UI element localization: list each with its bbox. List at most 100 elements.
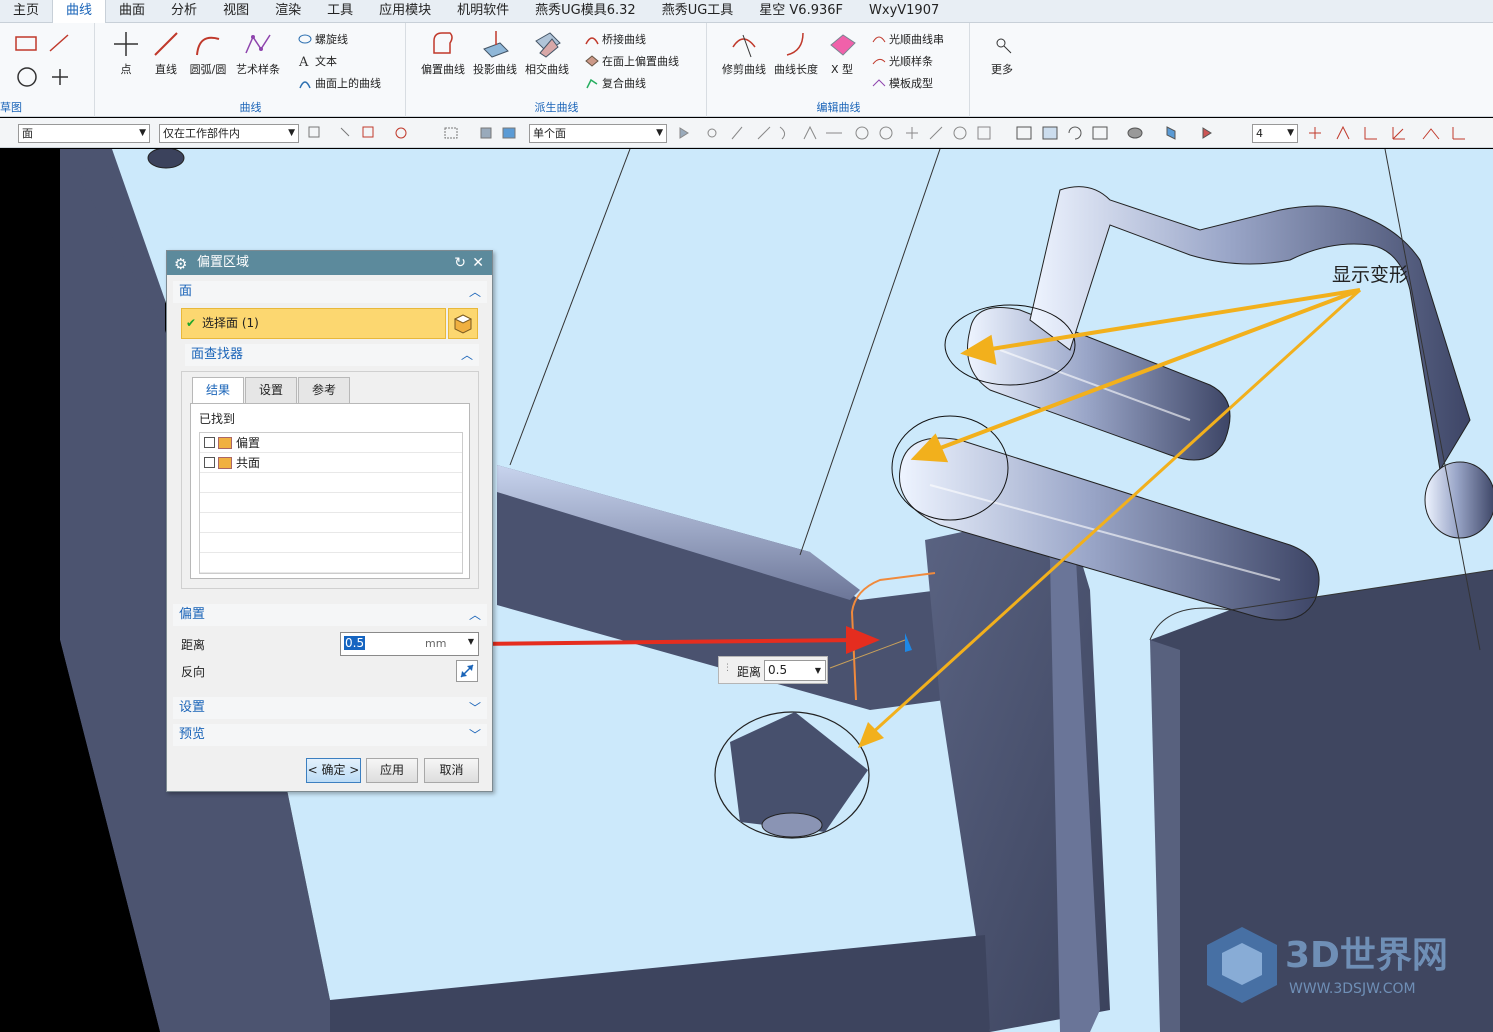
menu-item[interactable]: 渲染 xyxy=(262,0,314,22)
menu-item[interactable]: 工具 xyxy=(314,0,366,22)
results-panel: 已找到 偏置 共面 xyxy=(190,403,470,579)
curve-group: 点 直线 圆弧/圆 艺术样条 螺旋线 A 文本 曲面上的曲线 曲线 xyxy=(96,23,406,117)
intersect-curve-icon xyxy=(535,32,561,58)
watermark-brand: 3D世界网 xyxy=(1285,935,1448,976)
curve-length-icon xyxy=(786,32,804,56)
project-curve-button[interactable]: 投影曲线 xyxy=(469,27,521,91)
list-item[interactable]: 共面 xyxy=(200,453,462,473)
trim-curve-button[interactable]: 修剪曲线 xyxy=(718,27,770,91)
helix-button[interactable]: 螺旋线 xyxy=(298,29,348,49)
smooth-string-button[interactable]: 光顺曲线串 xyxy=(872,29,944,49)
offset-curve-icon xyxy=(433,32,453,54)
smooth-spline-button[interactable]: 光顺样条 xyxy=(872,51,933,71)
curve-on-surface-icon xyxy=(299,81,311,89)
bridge-curve-button[interactable]: 桥接曲线 xyxy=(585,29,646,49)
arc-button[interactable]: 圆弧/圆 xyxy=(182,27,234,91)
menu-item[interactable]: 曲面 xyxy=(106,0,158,22)
menu-item[interactable]: 机明软件 xyxy=(444,0,522,22)
curve-length-button[interactable]: 曲线长度 xyxy=(770,27,822,91)
smooth-string-icon xyxy=(872,36,886,43)
text-button[interactable]: A 文本 xyxy=(298,51,337,71)
view-tools-icons[interactable] xyxy=(1015,124,1245,142)
onscreen-distance-input[interactable]: ⋮ 距离 0.5 ▼ xyxy=(718,656,828,684)
list-item xyxy=(200,473,462,493)
type-filter-select[interactable]: 面 ▼ xyxy=(18,124,150,143)
more-button[interactable]: 更多 xyxy=(976,27,1028,91)
settings-section-header[interactable]: 设置 ﹀ xyxy=(173,697,487,719)
dialog-title: 偏置区域 xyxy=(197,255,250,270)
list-item xyxy=(200,553,462,573)
close-icon[interactable]: ✕ xyxy=(472,251,484,275)
menu-item[interactable]: 视图 xyxy=(210,0,262,22)
derived-group-label: 派生曲线 xyxy=(534,101,579,114)
menu-item[interactable]: 燕秀UG模具6.32 xyxy=(522,0,649,22)
offset-curve-button[interactable]: 偏置曲线 xyxy=(417,27,469,91)
text-icon: A xyxy=(298,55,309,68)
face-finder-header[interactable]: 面查找器 ︿ xyxy=(185,344,479,366)
offset-on-face-button[interactable]: 在面上偏置曲线 xyxy=(585,51,679,71)
menu-item[interactable]: 燕秀UG工具 xyxy=(649,0,747,22)
finder-tab[interactable]: 设置 xyxy=(245,377,297,404)
face-rule-select[interactable]: 单个面 ▼ xyxy=(529,124,667,143)
sketch-group-label: 草图 xyxy=(0,101,22,114)
chevron-down-icon: ▼ xyxy=(1287,128,1294,138)
snap-point-icons[interactable] xyxy=(676,124,996,142)
template-form-button[interactable]: 模板成型 xyxy=(872,73,933,93)
selection-toolbar: 面 ▼ 仅在工作部件内 ▼ 单个面 ▼ 4 ▼ xyxy=(0,118,1493,148)
cancel-button[interactable]: 取消 xyxy=(424,758,479,783)
finder-tab[interactable]: 结果 xyxy=(192,377,244,404)
watermark-logo: 3D世界网 WWW.3DSJW.COM xyxy=(1207,923,1467,1012)
menu-item[interactable]: WxyV1907 xyxy=(856,0,952,22)
list-item xyxy=(200,513,462,533)
found-label: 已找到 xyxy=(199,412,236,426)
intersect-curve-button[interactable]: 相交曲线 xyxy=(521,27,573,91)
apply-button[interactable]: 应用 xyxy=(366,758,418,783)
drag-grip-icon[interactable]: ⋮ xyxy=(723,663,732,673)
onscreen-distance-field[interactable]: 0.5 ▼ xyxy=(764,660,826,681)
chevron-down-icon[interactable]: ▼ xyxy=(468,637,474,646)
bridge-curve-icon xyxy=(585,37,599,45)
dialog-title-bar[interactable]: ⚙ 偏置区域 ↻ ✕ xyxy=(167,251,492,275)
menu-item[interactable]: 星空 V6.936F xyxy=(746,0,856,22)
list-item[interactable]: 偏置 xyxy=(200,433,462,453)
chevron-down-icon: ▼ xyxy=(288,128,295,138)
face-section-header[interactable]: 面 ︿ xyxy=(173,281,487,303)
x-form-button[interactable]: X 型 xyxy=(816,27,868,91)
checkbox[interactable] xyxy=(204,457,215,468)
select-face-row[interactable]: ✔ 选择面 (1) xyxy=(181,308,446,339)
edit-group-label: 编辑曲线 xyxy=(816,101,861,114)
composite-curve-button[interactable]: 复合曲线 xyxy=(585,73,646,93)
offset-section-header[interactable]: 偏置 ︿ xyxy=(173,604,487,626)
curve-on-surface-button[interactable]: 曲面上的曲线 xyxy=(298,73,381,93)
menu-item[interactable]: 曲线 xyxy=(52,0,107,24)
scope-select[interactable]: 仅在工作部件内 ▼ xyxy=(159,124,299,143)
reverse-arrows-icon xyxy=(460,664,474,678)
finder-tab[interactable]: 参考 xyxy=(298,377,350,404)
distance-label: 距离 xyxy=(181,638,206,652)
face-selector-button[interactable] xyxy=(448,308,478,339)
menu-item[interactable]: 分析 xyxy=(158,0,210,22)
ok-button[interactable]: < 确定 > xyxy=(306,758,361,783)
wcs-tools-icons[interactable] xyxy=(1305,124,1485,142)
menu-item[interactable]: 主页 xyxy=(0,0,52,22)
offset-on-face-icon xyxy=(585,55,599,67)
arc-icon xyxy=(196,36,220,56)
chevron-down-icon: ﹀ xyxy=(468,701,481,715)
found-list: 偏置 共面 xyxy=(199,432,463,574)
reverse-direction-button[interactable] xyxy=(456,660,478,682)
art-spline-button[interactable]: 艺术样条 xyxy=(232,27,284,91)
preview-section-header[interactable]: 预览 ﹀ xyxy=(173,724,487,746)
annotation-label: 显示变形 xyxy=(1332,264,1409,286)
sketch-tools-icon[interactable] xyxy=(2,31,82,91)
trim-curve-icon xyxy=(732,34,756,58)
selection-tools-icons[interactable] xyxy=(305,124,525,142)
count-select[interactable]: 4 ▼ xyxy=(1252,124,1298,143)
reset-icon[interactable]: ↻ xyxy=(454,251,466,275)
smooth-spline-icon xyxy=(872,58,886,65)
checkbox[interactable] xyxy=(204,437,215,448)
x-form-icon xyxy=(830,34,856,56)
menu-item[interactable]: 应用模块 xyxy=(366,0,444,22)
distance-field[interactable]: 0.5 mm ▼ xyxy=(340,632,479,656)
ribbon: 草图 点 直线 圆弧/圆 艺术样条 螺旋线 A 文本 曲面上的曲线 曲线 偏置曲线 xyxy=(0,23,1493,117)
finder-tabs: 结果 设置 参考 xyxy=(192,377,351,404)
